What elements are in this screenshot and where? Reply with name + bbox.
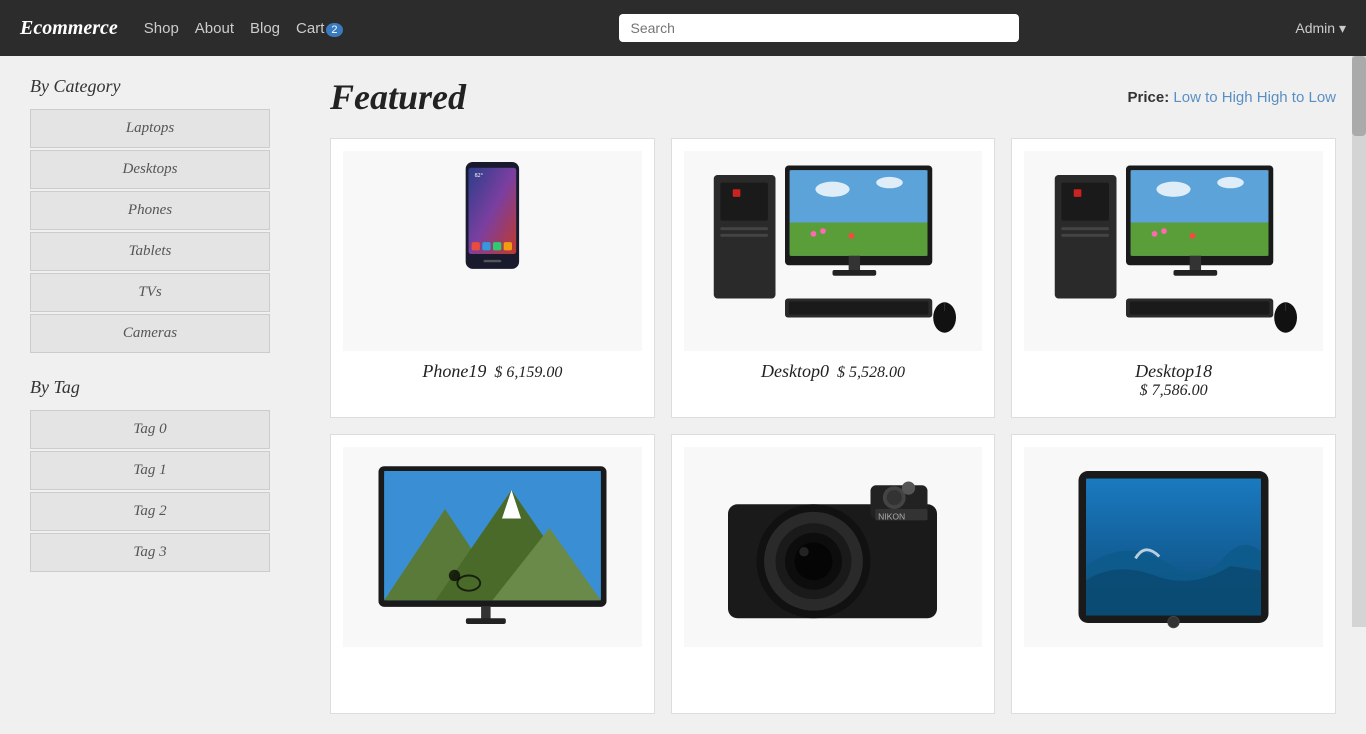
tag-item-2[interactable]: Tag 2 (30, 492, 270, 531)
category-item-desktops[interactable]: Desktops (30, 150, 270, 189)
product-image-desktop0 (684, 151, 983, 351)
product-image-tv (343, 447, 642, 647)
product-card-tablet[interactable] (1011, 434, 1336, 714)
product-image-desktop18 (1024, 151, 1323, 351)
product-info-phone19: Phone19 $ 6,159.00 (422, 361, 562, 382)
category-item-cameras[interactable]: Cameras (30, 314, 270, 353)
price-label: Price: (1128, 89, 1170, 106)
sort-high-to-low[interactable]: High to Low (1257, 89, 1336, 106)
scrollbar-track[interactable] (1352, 56, 1366, 627)
search-input[interactable] (619, 14, 1019, 42)
product-card-tv[interactable] (330, 434, 655, 714)
content-header: Featured Price: Low to High High to Low (330, 76, 1336, 118)
product-name-desktop0: Desktop0 (761, 361, 829, 381)
product-image-phone19: 82° (343, 151, 642, 351)
admin-menu[interactable]: Admin (1295, 20, 1346, 37)
search-container (619, 14, 1280, 42)
product-info-desktop0: Desktop0 $ 5,528.00 (761, 361, 905, 382)
category-item-tvs[interactable]: TVs (30, 273, 270, 312)
sidebar: By Category Laptops Desktops Phones Tabl… (0, 56, 300, 734)
nav-cart[interactable]: Cart2 (296, 20, 342, 37)
category-item-tablets[interactable]: Tablets (30, 232, 270, 271)
tag-item-1[interactable]: Tag 1 (30, 451, 270, 490)
category-item-laptops[interactable]: Laptops (30, 109, 270, 148)
navbar: Ecommerce Shop About Blog Cart2 Admin (0, 0, 1366, 56)
tag-item-3[interactable]: Tag 3 (30, 533, 270, 572)
product-price-desktop0: $ 5,528.00 (837, 364, 905, 381)
price-sort: Price: Low to High High to Low (1128, 89, 1336, 106)
category-item-phones[interactable]: Phones (30, 191, 270, 230)
product-image-camera: NIKON (684, 447, 983, 647)
cart-badge: 2 (326, 23, 342, 37)
svg-text:NIKON: NIKON (879, 511, 906, 521)
category-list: Laptops Desktops Phones Tablets TVs Came… (30, 109, 270, 353)
nav-blog[interactable]: Blog (250, 20, 280, 37)
product-card-desktop18[interactable]: Desktop18$ 7,586.00 (1011, 138, 1336, 418)
product-name-phone19: Phone19 (422, 361, 486, 381)
nav-shop[interactable]: Shop (144, 20, 179, 37)
svg-text:82°: 82° (475, 172, 484, 179)
brand-logo: Ecommerce (20, 17, 118, 40)
product-image-tablet (1024, 447, 1323, 647)
sort-low-to-high[interactable]: Low to High (1173, 89, 1252, 106)
tag-list: Tag 0 Tag 1 Tag 2 Tag 3 (30, 410, 270, 572)
page-title: Featured (330, 76, 466, 118)
product-info-desktop18: Desktop18$ 7,586.00 (1135, 361, 1212, 400)
product-card-camera[interactable]: NIKON (671, 434, 996, 714)
scrollbar-thumb[interactable] (1352, 56, 1366, 136)
tag-section-title: By Tag (30, 377, 270, 398)
product-card-phone19[interactable]: 82° Phone19 $ 6,159.00 (330, 138, 655, 418)
category-section-title: By Category (30, 76, 270, 97)
product-grid: 82° Phone19 $ 6,159.00 (330, 138, 1336, 714)
nav-about[interactable]: About (195, 20, 234, 37)
product-card-desktop0[interactable]: Desktop0 $ 5,528.00 (671, 138, 996, 418)
main-content: Featured Price: Low to High High to Low (300, 56, 1366, 734)
tag-item-0[interactable]: Tag 0 (30, 410, 270, 449)
product-price-phone19: $ 6,159.00 (494, 364, 562, 381)
